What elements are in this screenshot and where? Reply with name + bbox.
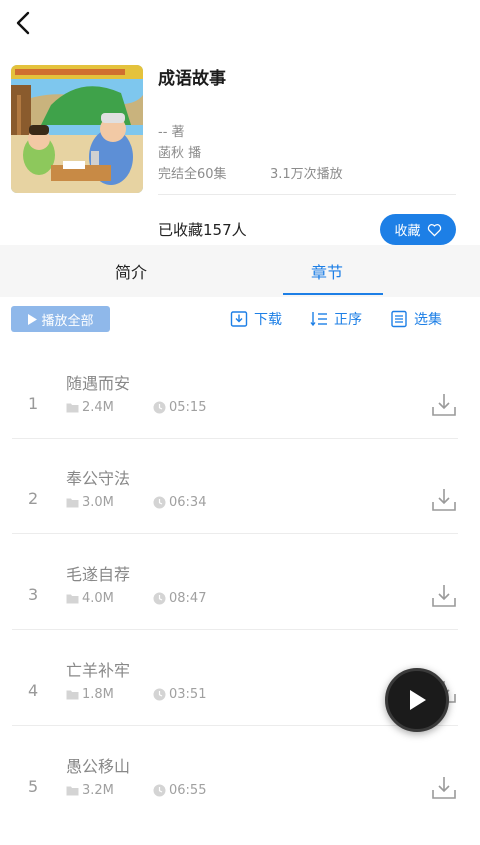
back-button[interactable] xyxy=(8,6,40,40)
favorite-button-label: 收藏 xyxy=(394,224,421,239)
chapter-row[interactable]: 1 随遇而安 2.4M 05:15 xyxy=(0,366,480,462)
chapter-number: 3 xyxy=(28,585,39,604)
chapter-size: 4.0M xyxy=(66,591,114,606)
folder-icon xyxy=(66,594,79,604)
chapter-duration: 05:15 xyxy=(153,400,206,415)
favorite-count: 已收藏157人 xyxy=(158,221,247,239)
album-narrator: 菡秋 播 xyxy=(158,146,202,161)
chapter-download-button[interactable] xyxy=(431,775,457,801)
chapter-size-value: 1.8M xyxy=(82,687,114,702)
chapter-size: 1.8M xyxy=(66,687,114,702)
chapter-row[interactable]: 2 奉公守法 3.0M 06:34 xyxy=(0,461,480,557)
chapter-number: 2 xyxy=(28,489,39,508)
clock-icon xyxy=(153,784,166,797)
chapter-size-value: 3.0M xyxy=(82,495,114,510)
select-episodes-button[interactable]: 选集 xyxy=(390,309,442,329)
select-label: 选集 xyxy=(414,312,442,328)
sort-label: 正序 xyxy=(334,312,362,328)
album-episodes: 完结全60集 xyxy=(158,167,227,182)
chapter-duration-value: 06:55 xyxy=(169,783,207,798)
folder-icon xyxy=(66,786,79,796)
chapter-title: 亡羊补牢 xyxy=(66,661,131,680)
album-plays: 3.1万次播放 xyxy=(270,167,343,182)
clock-icon xyxy=(153,496,166,509)
folder-icon xyxy=(66,498,79,508)
chapter-download-button[interactable] xyxy=(431,487,457,513)
chapter-size: 3.2M xyxy=(66,783,114,798)
floating-play-button[interactable] xyxy=(385,668,449,732)
sort-order-button[interactable]: 正序 xyxy=(310,309,362,329)
album-title: 成语故事 xyxy=(158,69,226,89)
chapter-duration-value: 05:15 xyxy=(169,400,207,415)
download-icon xyxy=(432,777,456,799)
tab-intro[interactable]: 简介 xyxy=(115,259,147,283)
chapter-number: 5 xyxy=(28,777,39,796)
row-divider xyxy=(12,533,458,534)
tab-chapters[interactable]: 章节 xyxy=(311,259,343,283)
folder-icon xyxy=(66,403,79,413)
chapter-size-value: 3.2M xyxy=(82,783,114,798)
clock-icon xyxy=(153,592,166,605)
play-icon xyxy=(28,313,38,325)
chapter-duration-value: 03:51 xyxy=(169,687,207,702)
tab-bar: 简介 章节 xyxy=(0,245,480,297)
album-author: -- 著 xyxy=(158,125,185,140)
chapter-title: 毛遂自荐 xyxy=(66,565,131,584)
chapter-duration: 03:51 xyxy=(153,687,206,702)
clock-icon xyxy=(153,401,166,414)
chapter-title: 随遇而安 xyxy=(66,374,131,393)
play-all-label: 播放全部 xyxy=(41,313,94,329)
album-cover xyxy=(11,65,143,193)
chapter-size: 3.0M xyxy=(66,495,114,510)
download-icon xyxy=(230,311,248,327)
chapter-download-button[interactable] xyxy=(431,583,457,609)
chapter-download-button[interactable] xyxy=(431,392,457,418)
download-icon xyxy=(432,585,456,607)
play-all-button[interactable]: 播放全部 xyxy=(11,306,110,332)
divider xyxy=(158,194,456,195)
tab-active-indicator xyxy=(283,293,383,295)
play-icon xyxy=(410,690,426,710)
download-label: 下载 xyxy=(254,312,282,328)
chapter-duration: 08:47 xyxy=(153,591,206,606)
chapter-row[interactable]: 3 毛遂自荐 4.0M 08:47 xyxy=(0,557,480,653)
folder-icon xyxy=(66,690,79,700)
chevron-left-icon xyxy=(16,11,30,35)
list-select-icon xyxy=(391,310,407,328)
chapter-size-value: 2.4M xyxy=(82,400,114,415)
chapter-duration: 06:34 xyxy=(153,495,206,510)
chapter-number: 1 xyxy=(28,394,39,413)
chapter-duration-value: 06:34 xyxy=(169,495,207,510)
download-icon xyxy=(432,394,456,416)
chapter-size-value: 4.0M xyxy=(82,591,114,606)
sort-icon xyxy=(310,312,327,327)
chapter-duration: 06:55 xyxy=(153,783,206,798)
row-divider xyxy=(12,725,458,726)
chapter-title: 奉公守法 xyxy=(66,469,131,488)
chapter-size: 2.4M xyxy=(66,400,114,415)
favorite-button[interactable]: 收藏 xyxy=(380,214,456,245)
chapter-title: 愚公移山 xyxy=(66,757,131,776)
chapter-number: 4 xyxy=(28,681,39,700)
row-divider xyxy=(12,629,458,630)
download-icon xyxy=(432,489,456,511)
row-divider xyxy=(12,438,458,439)
heart-icon xyxy=(427,223,441,237)
clock-icon xyxy=(153,688,166,701)
download-all-button[interactable]: 下载 xyxy=(230,309,282,329)
chapter-duration-value: 08:47 xyxy=(169,591,207,606)
chapter-row[interactable]: 5 愚公移山 3.2M 06:55 xyxy=(0,749,480,845)
